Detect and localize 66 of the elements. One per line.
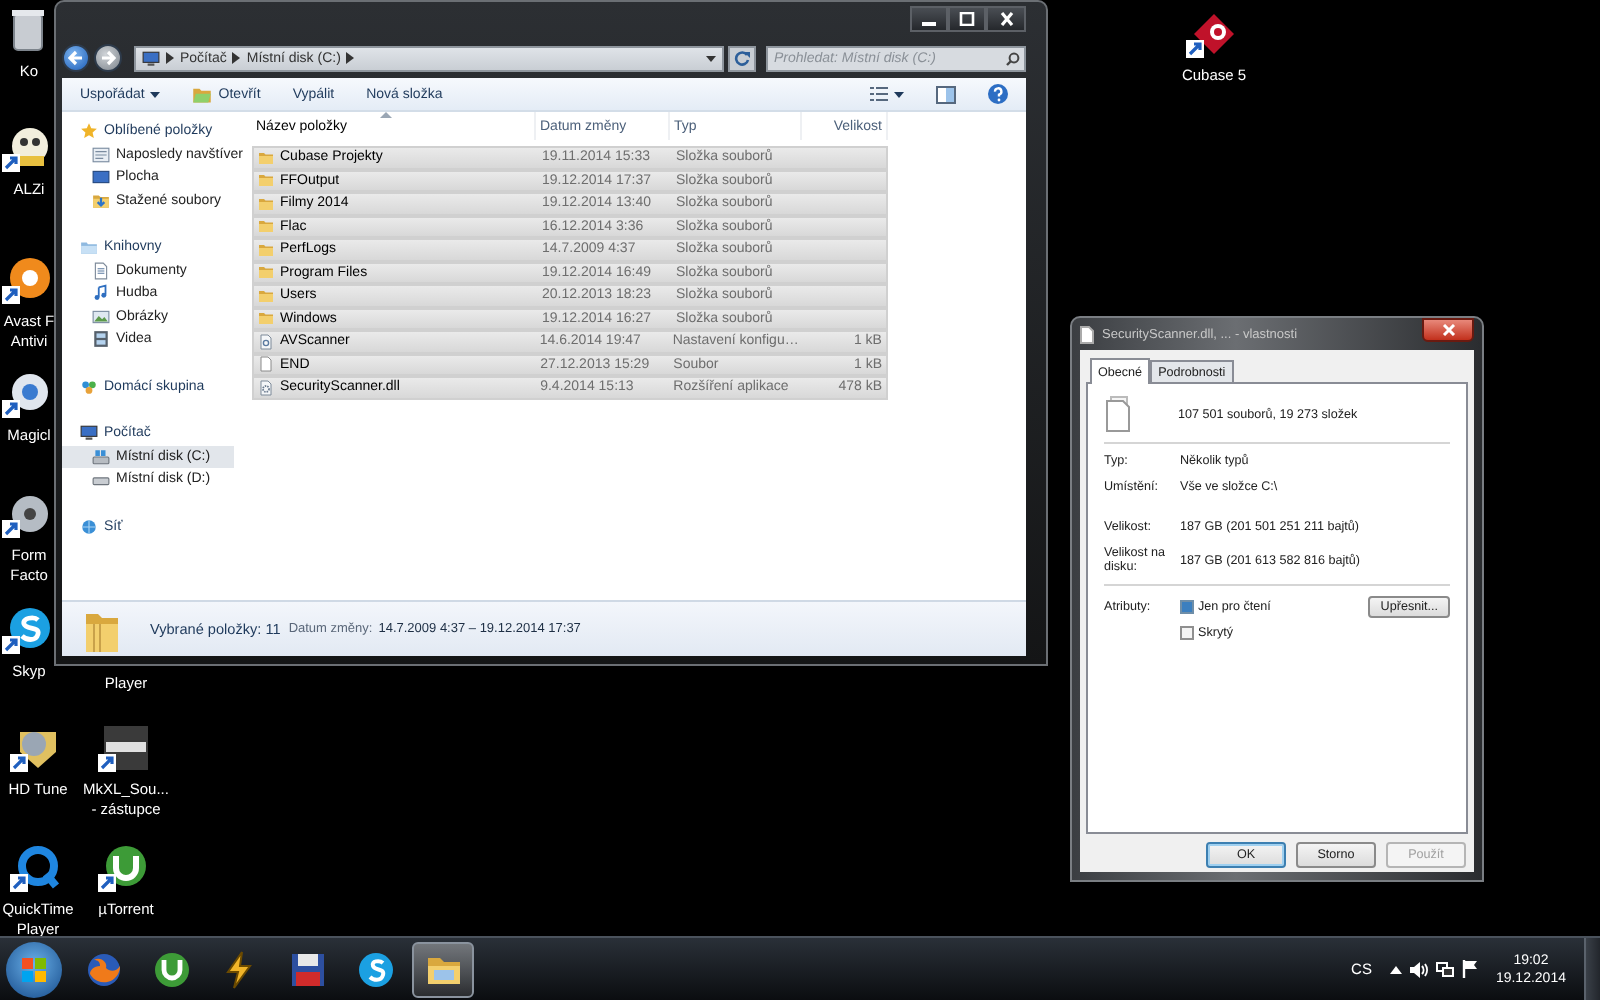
caret-up-icon[interactable]	[1389, 965, 1402, 973]
folder-icon	[258, 287, 274, 304]
music-note-icon	[92, 284, 110, 303]
help-icon	[988, 84, 1008, 104]
star-icon	[80, 122, 98, 141]
start-button[interactable]	[6, 941, 62, 997]
checkbox[interactable]	[1180, 626, 1194, 640]
desktop-icon	[92, 168, 110, 187]
sort-arrow-icon	[380, 112, 392, 118]
list-view-icon	[870, 86, 888, 102]
taskbar-button[interactable]	[412, 941, 474, 997]
browser-icon	[83, 949, 123, 989]
checkbox[interactable]	[1180, 600, 1194, 614]
show-desktop-button[interactable]	[1584, 938, 1600, 1000]
folder-icon	[258, 310, 274, 327]
flag-icon[interactable]	[1461, 960, 1478, 978]
file-icon	[1080, 325, 1094, 343]
window-list-icon	[92, 145, 110, 164]
caret-down-icon	[150, 91, 161, 97]
chevron-right-icon	[166, 52, 174, 64]
library-icon	[80, 238, 98, 257]
flag-logo-icon	[20, 955, 48, 983]
arrow-left-icon	[68, 50, 84, 66]
maximize-button[interactable]	[948, 6, 986, 32]
settings-file-icon	[258, 333, 274, 350]
computer-icon	[80, 424, 98, 443]
speaker-icon[interactable]	[1409, 961, 1428, 977]
file-icon	[258, 356, 274, 373]
drive-icon	[92, 447, 110, 466]
document-icon	[92, 261, 110, 280]
download-client-icon	[151, 949, 191, 989]
refresh-button[interactable]	[728, 45, 756, 71]
folder-icon	[258, 241, 274, 258]
open-folder-icon	[192, 85, 213, 103]
folder-icon	[258, 218, 274, 235]
chevron-right-icon	[232, 52, 241, 64]
download-folder-icon	[92, 191, 110, 210]
picture-icon	[92, 307, 110, 326]
close-button[interactable]	[986, 6, 1026, 32]
maximize-icon	[958, 12, 976, 26]
folder-icon	[258, 195, 274, 212]
computer-icon	[142, 49, 160, 67]
chat-app-icon	[355, 949, 395, 989]
folder-icon	[258, 172, 274, 189]
app-shortcut-icon[interactable]	[98, 724, 154, 772]
caret-down-icon	[894, 91, 904, 97]
close-icon	[997, 12, 1015, 26]
close-icon	[1441, 324, 1455, 336]
network-icon[interactable]	[1435, 961, 1454, 977]
search-icon	[1006, 51, 1020, 65]
back-button[interactable]	[62, 44, 90, 72]
close-button[interactable]	[1422, 318, 1474, 342]
folder-icon	[258, 264, 274, 281]
arrow-right-icon	[100, 50, 116, 66]
film-icon	[92, 330, 110, 349]
gear-file-icon	[258, 379, 274, 396]
file-stack-icon	[1104, 396, 1134, 432]
chevron-right-icon	[346, 52, 355, 64]
folder-icon	[258, 149, 274, 166]
caret-down-icon[interactable]	[706, 55, 716, 61]
homegroup-icon	[80, 377, 98, 396]
forward-button[interactable]	[94, 44, 122, 72]
refresh-icon	[734, 50, 750, 66]
network-icon	[80, 517, 98, 536]
minimize-button[interactable]	[910, 6, 948, 32]
pane-icon	[936, 85, 956, 103]
